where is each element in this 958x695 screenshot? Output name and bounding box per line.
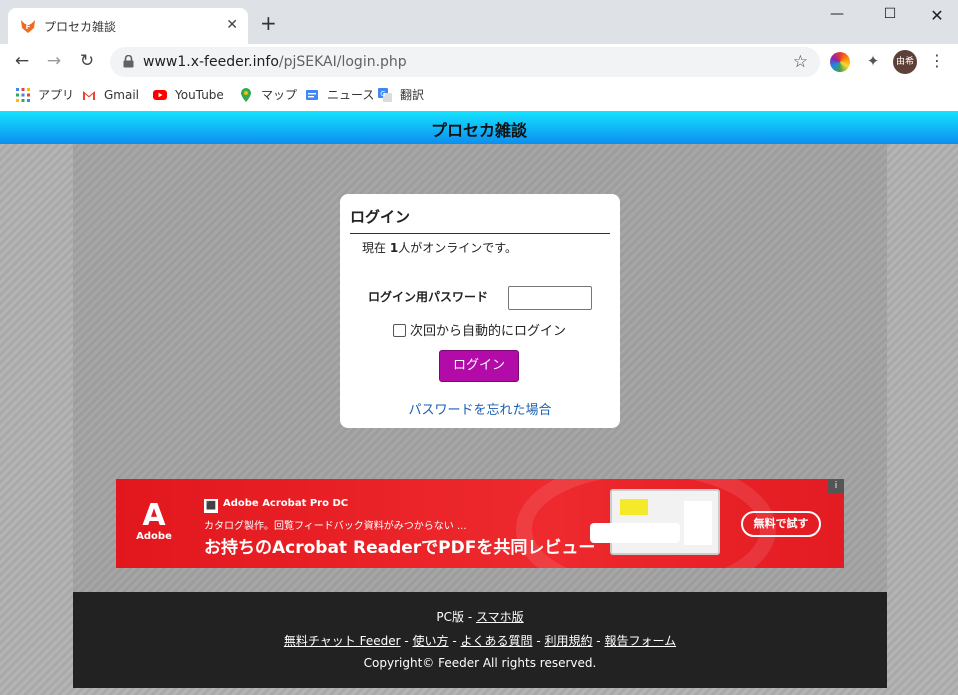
site-title: プロセカ雑談	[430, 121, 527, 140]
footer-mobile-link[interactable]: スマホ版	[476, 610, 524, 624]
ad-cta-button[interactable]: 無料で試す	[741, 511, 821, 537]
ad-headline: お持ちのAcrobat ReaderでPDFを共同レビュー	[204, 538, 596, 558]
site-header: プロセカ雑談	[0, 111, 958, 144]
ad-comment-bubble	[590, 523, 680, 543]
footer-pc-label: PC版	[436, 610, 464, 624]
apps-grid-icon	[16, 88, 30, 102]
footer-link-howto[interactable]: 使い方	[413, 634, 449, 648]
address-bar[interactable]: www1.x-feeder.info/pjSEKAI/login.php ☆	[110, 47, 820, 77]
bookmark-label: 翻訳	[400, 88, 425, 102]
maps-pin-icon	[241, 88, 251, 102]
ad-product-line: ⬛ Adobe Acrobat Pro DC	[204, 498, 348, 513]
online-suffix: 人がオンラインです。	[398, 241, 518, 255]
login-heading: ログイン	[350, 206, 610, 234]
maximize-icon[interactable]: ☐	[875, 6, 905, 26]
footer-link-report[interactable]: 報告フォーム	[604, 634, 676, 648]
ad-subline: カタログ製作。回覧フィードバック資料がみつからない ...	[204, 521, 467, 532]
footer-link-feeder[interactable]: 無料チャット Feeder	[284, 634, 401, 648]
ad-info-icon[interactable]: i	[828, 479, 844, 493]
color-wheel-extension-icon[interactable]	[830, 52, 850, 72]
youtube-icon	[153, 90, 167, 100]
forgot-password-link[interactable]: パスワードを忘れた場合	[340, 399, 620, 418]
news-icon	[306, 90, 318, 100]
window-close-icon[interactable]: ✕	[922, 6, 952, 26]
bookmark-translate[interactable]: G 翻訳	[378, 86, 424, 104]
url-text: www1.x-feeder.info/pjSEKAI/login.php	[143, 54, 407, 70]
bookmark-gmail[interactable]: Gmail	[82, 86, 139, 104]
web-page: プロセカ雑談 ログイン 現在 1人がオンラインです。 ログイン用パスワード 次回…	[0, 111, 958, 695]
online-prefix: 現在	[362, 241, 387, 255]
reload-icon[interactable]: ↻	[77, 52, 97, 72]
footer-copyright: Copyright© Feeder All rights reserved.	[363, 656, 597, 670]
bookmark-news[interactable]: ニュース	[305, 86, 374, 104]
menu-dots-icon[interactable]: ⋮	[929, 51, 945, 70]
ad-document-page	[684, 501, 712, 545]
online-status: 現在 1人がオンラインです。	[362, 239, 517, 256]
bookmark-label: ニュース	[327, 88, 375, 102]
ad-device-illustration	[610, 489, 720, 555]
adobe-logo: A Adobe	[136, 501, 172, 547]
bookmark-maps[interactable]: マップ	[239, 86, 297, 104]
url-host: www1.x-feeder.info	[143, 54, 279, 70]
browser-toolbar: ← → ↻ www1.x-feeder.info/pjSEKAI/login.p…	[0, 44, 958, 80]
translate-icon: G	[378, 88, 392, 102]
browser-titlebar: F プロセカ雑談 ✕ + — ☐ ✕	[0, 0, 958, 44]
profile-avatar[interactable]: 由希	[893, 50, 917, 74]
back-arrow-icon[interactable]: ←	[12, 52, 32, 72]
minimize-icon[interactable]: —	[822, 6, 852, 26]
new-tab-icon[interactable]: +	[260, 13, 277, 33]
bookmark-youtube[interactable]: YouTube	[153, 86, 224, 104]
browser-tab[interactable]: F プロセカ雑談 ✕	[8, 8, 248, 44]
tab-title: プロセカ雑談	[44, 20, 117, 34]
ad-product-name: Adobe Acrobat Pro DC	[223, 498, 349, 509]
adobe-ad-banner[interactable]: i A Adobe ⬛ Adobe Acrobat Pro DC カタログ製作。回…	[116, 479, 844, 568]
adobe-logo-mark-icon: A	[142, 498, 166, 533]
lock-icon	[123, 55, 134, 68]
bookmark-star-icon[interactable]: ☆	[793, 52, 808, 72]
footer-version-row: PC版 - スマホ版	[436, 610, 524, 624]
footer-link-faq[interactable]: よくある質問	[460, 634, 532, 648]
password-input[interactable]	[508, 286, 592, 310]
svg-text:G: G	[380, 90, 385, 98]
auto-login-row[interactable]: 次回から自動的にログイン	[393, 320, 566, 339]
password-label: ログイン用パスワード	[368, 290, 489, 304]
bookmark-label: Gmail	[104, 88, 140, 102]
footer-links-row: 無料チャット Feeder - 使い方 - よくある質問 - 利用規約 - 報告…	[283, 634, 677, 648]
login-button[interactable]: ログイン	[439, 350, 519, 382]
fox-favicon-icon: F	[21, 20, 35, 33]
url-path: /pjSEKAI/login.php	[278, 54, 407, 70]
acrobat-pdf-icon: ⬛	[204, 499, 218, 513]
bookmarks-bar: アプリ Gmail YouTube マップ ニュース G 翻訳	[0, 80, 958, 111]
bookmark-apps[interactable]: アプリ	[16, 86, 74, 104]
site-footer: PC版 - スマホ版 無料チャット Feeder - 使い方 - よくある質問 …	[73, 592, 887, 688]
login-panel: ログイン 現在 1人がオンラインです。 ログイン用パスワード 次回から自動的にロ…	[340, 194, 620, 428]
bookmark-label: YouTube	[175, 88, 224, 102]
auto-login-label: 次回から自動的にログイン	[410, 324, 567, 339]
ad-sticky-note	[620, 499, 648, 515]
auto-login-checkbox[interactable]	[393, 324, 406, 337]
extensions-puzzle-icon[interactable]: ✦	[863, 52, 883, 72]
footer-link-terms[interactable]: 利用規約	[544, 634, 592, 648]
tab-close-icon[interactable]: ✕	[226, 17, 238, 33]
svg-text:F: F	[26, 23, 31, 31]
forward-arrow-icon[interactable]: →	[44, 52, 64, 72]
content-area: ログイン 現在 1人がオンラインです。 ログイン用パスワード 次回から自動的にロ…	[73, 144, 887, 592]
online-count: 1	[389, 241, 399, 255]
gmail-icon	[83, 91, 95, 100]
bookmark-label: マップ	[261, 88, 298, 102]
bookmark-label: アプリ	[38, 88, 75, 102]
adobe-logo-text: Adobe	[136, 531, 172, 542]
